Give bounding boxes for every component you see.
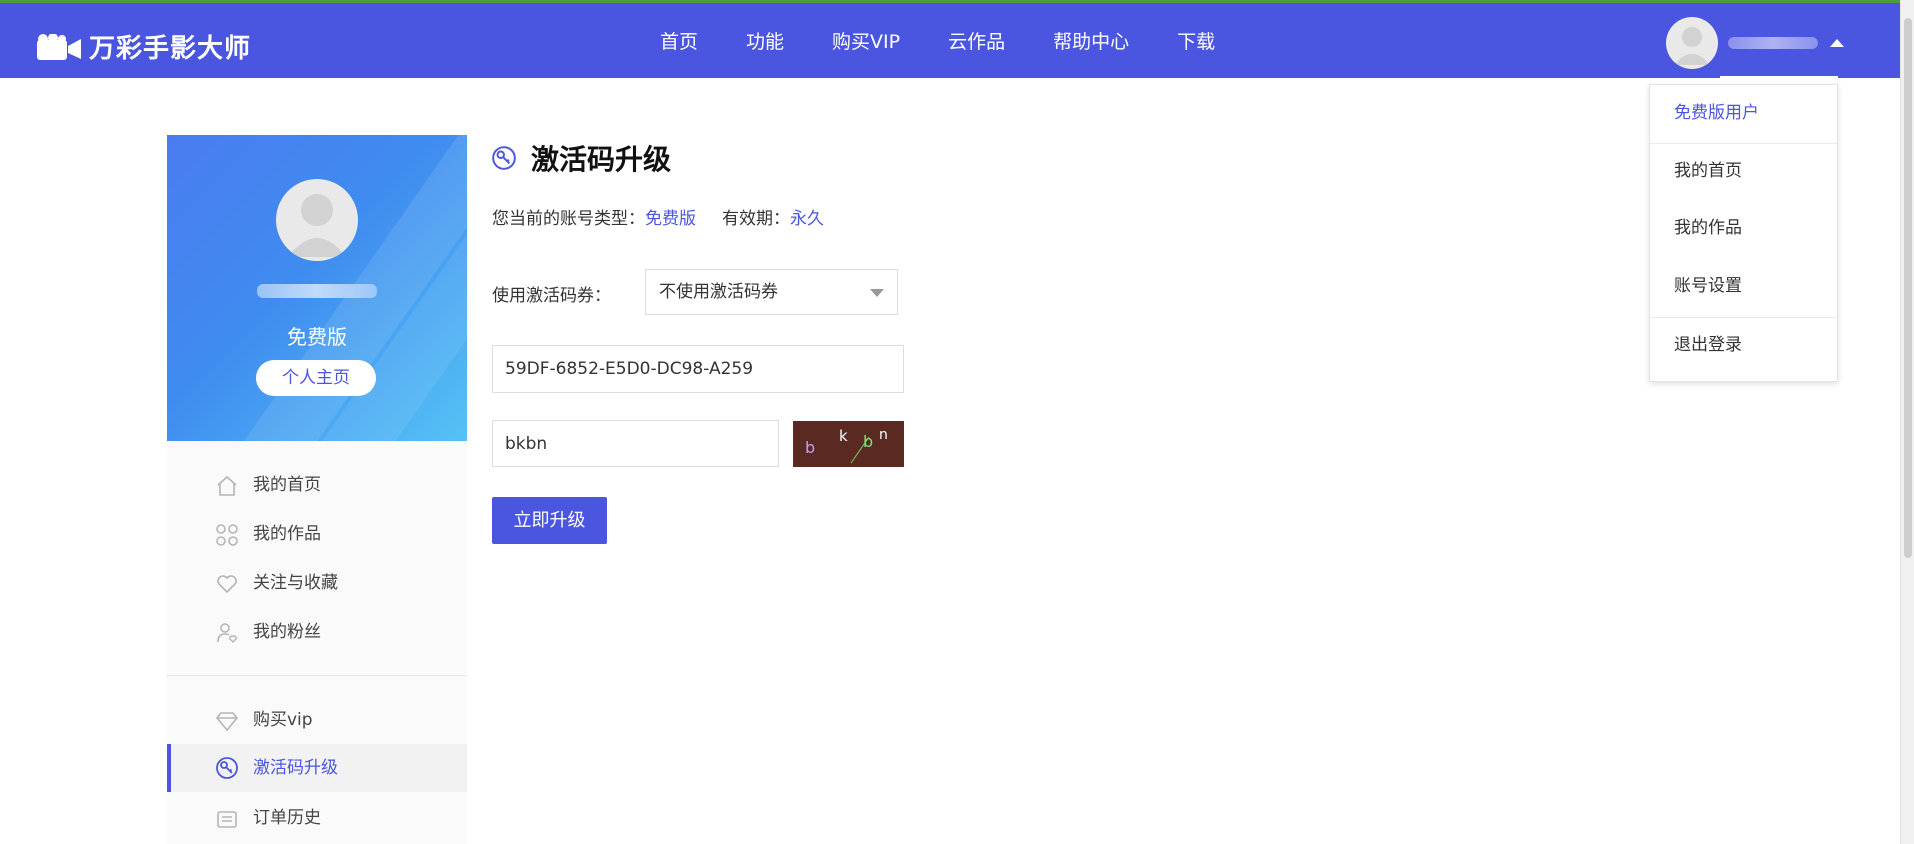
- dropdown-item-free-user[interactable]: 免费版用户: [1650, 85, 1837, 141]
- user-menu-underline: [1720, 76, 1838, 78]
- captcha-char: n: [879, 427, 888, 443]
- account-type-value: 免费版: [645, 209, 696, 229]
- account-info: 您当前的账号类型：免费版 有效期：永久: [492, 204, 824, 229]
- username-redacted: [1728, 37, 1818, 49]
- captcha-image[interactable]: b k b n: [793, 421, 904, 467]
- sidebar-item-label: 关注与收藏: [253, 573, 338, 593]
- voucher-selected-value: 不使用激活码券: [659, 282, 778, 302]
- captcha-graphic: b k b n: [805, 427, 888, 464]
- account-tier: 免费版: [287, 325, 347, 349]
- active-indicator: [167, 744, 171, 792]
- logo[interactable]: 万彩手影大师: [37, 28, 251, 65]
- validity-label: 有效期：: [722, 209, 790, 229]
- activation-code-input[interactable]: [492, 345, 904, 393]
- order-icon: [217, 811, 237, 828]
- captcha-char: k: [839, 427, 848, 445]
- scrollbar-thumb[interactable]: [1904, 18, 1912, 558]
- sidebar-item-order-history[interactable]: 订单历史: [167, 796, 467, 840]
- fans-icon: [217, 623, 237, 643]
- sidebar-item-label: 激活码升级: [253, 758, 338, 778]
- dropdown-item-my-home[interactable]: 我的首页: [1650, 143, 1837, 199]
- logo-text: 万彩手影大师: [89, 34, 252, 64]
- nav-home[interactable]: 首页: [660, 27, 698, 54]
- upgrade-now-button[interactable]: 立即升级: [492, 497, 607, 544]
- sidebar-item-buy-vip[interactable]: 购买vip: [167, 698, 467, 742]
- sidebar-item-home[interactable]: 我的首页: [167, 463, 467, 507]
- avatar[interactable]: [1666, 17, 1718, 69]
- sidebar-item-label: 我的首页: [253, 475, 321, 495]
- dropdown-item-account-settings[interactable]: 账号设置: [1650, 258, 1837, 314]
- nav-buy-vip[interactable]: 购买VIP: [832, 27, 900, 54]
- sidebar-item-activation-upgrade[interactable]: 激活码升级: [167, 744, 467, 792]
- page-title-row: 激活码升级: [491, 138, 671, 178]
- sidebar-divider: [167, 675, 467, 676]
- chevron-down-icon: [870, 289, 884, 297]
- key-icon: [492, 146, 516, 170]
- profile-name-redacted: [257, 284, 377, 298]
- nav-help-center[interactable]: 帮助中心: [1053, 27, 1129, 54]
- logo-icon: [37, 33, 81, 60]
- voucher-select[interactable]: 不使用激活码券: [645, 269, 898, 315]
- dropdown-item-logout[interactable]: 退出登录: [1650, 317, 1837, 373]
- sidebar-item-follow-favorites[interactable]: 关注与收藏: [167, 561, 467, 605]
- profile-card: 免费版 个人主页: [167, 135, 467, 441]
- nav-download[interactable]: 下载: [1177, 27, 1215, 54]
- sidebar-item-label: 订单历史: [253, 808, 321, 828]
- nav-cloud-works[interactable]: 云作品: [948, 27, 1005, 54]
- validity-value: 永久: [790, 209, 824, 229]
- sidebar-item-label: 我的作品: [253, 524, 321, 544]
- captcha-input[interactable]: [492, 420, 779, 467]
- voucher-label: 使用激活码券：: [492, 286, 611, 306]
- key-icon: [216, 757, 238, 779]
- scrollbar[interactable]: [1900, 0, 1914, 844]
- sidebar-item-works[interactable]: 我的作品: [167, 512, 467, 556]
- caret-up-icon: [1830, 39, 1844, 47]
- home-icon: [217, 475, 237, 496]
- captcha-char: b: [805, 438, 815, 457]
- sidebar-item-fans[interactable]: 我的粉丝: [167, 610, 467, 654]
- sidebar-menu: 我的首页 我的作品 关注与收藏 我的粉丝 购买vip 激活码升级 订单历史: [167, 441, 467, 844]
- avatar-placeholder-icon: [1674, 27, 1710, 65]
- sidebar-item-label: 购买vip: [253, 710, 313, 730]
- nav-features[interactable]: 功能: [746, 27, 784, 54]
- profile-avatar: [276, 179, 358, 261]
- personal-homepage-button[interactable]: 个人主页: [256, 360, 376, 396]
- top-header: 万彩手影大师 首页 功能 购买VIP 云作品 帮助中心 下载: [0, 3, 1914, 78]
- heart-icon: [217, 575, 237, 594]
- user-dropdown-menu: 免费版用户 我的首页 我的作品 账号设置 退出登录: [1649, 84, 1838, 382]
- diamond-icon: [215, 712, 239, 732]
- grid-icon: [216, 524, 238, 546]
- user-menu-toggle[interactable]: [1666, 17, 1844, 69]
- avatar-placeholder-icon: [288, 194, 346, 257]
- main-nav: 首页 功能 购买VIP 云作品 帮助中心 下载: [660, 3, 1263, 78]
- account-type-label: 您当前的账号类型：: [492, 209, 645, 229]
- page-title: 激活码升级: [531, 143, 672, 176]
- dropdown-item-my-works[interactable]: 我的作品: [1650, 200, 1837, 256]
- captcha-char: b: [863, 432, 873, 451]
- sidebar-item-label: 我的粉丝: [253, 622, 321, 642]
